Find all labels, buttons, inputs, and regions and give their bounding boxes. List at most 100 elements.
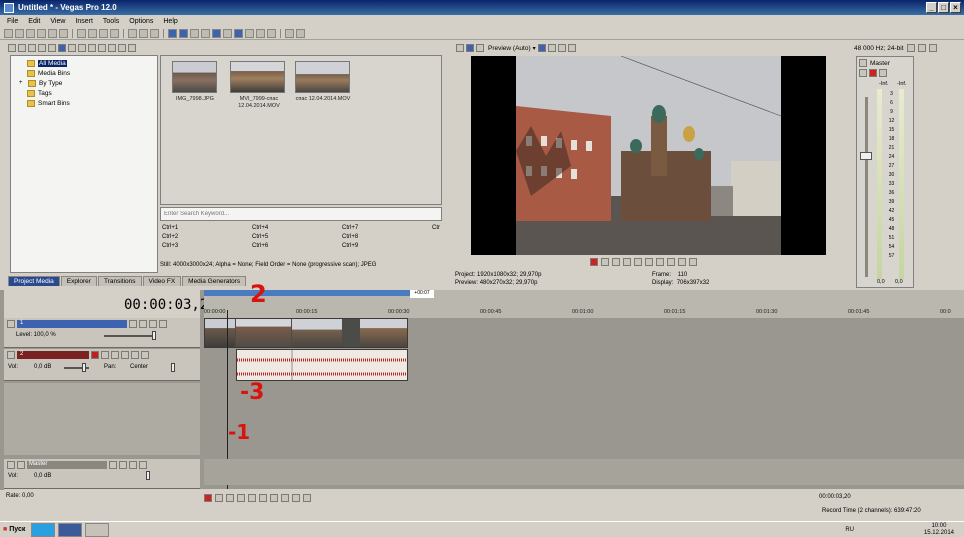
paste-icon[interactable]	[99, 29, 108, 38]
language-indicator[interactable]: RU	[845, 527, 854, 533]
go-to-start-icon[interactable]	[656, 258, 664, 266]
stop-icon[interactable]	[645, 258, 653, 266]
pause-icon[interactable]	[634, 258, 642, 266]
mute-icon[interactable]	[869, 69, 877, 77]
tree-item-all-media[interactable]: All Media	[15, 58, 153, 68]
vol-slider[interactable]	[82, 363, 86, 372]
play-icon[interactable]	[623, 258, 631, 266]
auto-ripple-icon[interactable]	[212, 29, 221, 38]
system-clock[interactable]: 10:00 15.12.2014	[924, 523, 954, 537]
video-clip-events[interactable]	[204, 318, 408, 348]
start-button[interactable]: ■ Пуск	[0, 526, 28, 533]
tab-video-fx[interactable]: Video FX	[142, 276, 182, 286]
tab-explorer[interactable]: Explorer	[60, 276, 97, 286]
dim-output-icon[interactable]	[928, 44, 937, 52]
tree-item-tags[interactable]: Tags	[15, 88, 153, 98]
collapse-track-icon[interactable]	[7, 351, 15, 359]
menu-edit[interactable]: Edit	[28, 18, 40, 25]
tag-slot[interactable]: Ctrl+6	[252, 243, 268, 249]
stop-icon[interactable]	[259, 494, 267, 502]
app-taskbar-button[interactable]	[85, 522, 110, 537]
mixer-options-icon[interactable]	[906, 44, 915, 52]
tag-slot[interactable]: Ctrl+1	[162, 225, 178, 231]
lock-envelopes-icon[interactable]	[256, 29, 265, 38]
save-icon[interactable]	[26, 29, 35, 38]
enable-snapping-icon[interactable]	[234, 29, 243, 38]
selection-tool-icon[interactable]	[190, 29, 199, 38]
next-frame-icon[interactable]	[303, 494, 311, 502]
tree-item-by-type[interactable]: + By Type	[15, 78, 153, 88]
automation-icon[interactable]	[119, 461, 127, 469]
overlays-icon[interactable]	[547, 44, 556, 52]
play-icon[interactable]	[237, 494, 245, 502]
tag-slot[interactable]: Ctrl+3	[162, 243, 178, 249]
previous-frame-icon[interactable]	[292, 494, 300, 502]
tab-transitions[interactable]: Transitions	[97, 276, 142, 286]
help-icon[interactable]	[285, 29, 294, 38]
loop-region-bar[interactable]	[204, 290, 416, 296]
arm-record-icon[interactable]	[91, 351, 99, 359]
solo-icon[interactable]	[159, 320, 167, 328]
record-icon[interactable]	[590, 258, 598, 266]
loop-playback-icon[interactable]	[215, 494, 223, 502]
collapse-track-icon[interactable]	[7, 320, 15, 328]
solo-icon[interactable]	[141, 351, 149, 359]
go-to-end-icon[interactable]	[667, 258, 675, 266]
capture-video-icon[interactable]	[18, 44, 26, 52]
expand-icon[interactable]: +	[19, 80, 25, 86]
media-thumbnail[interactable]	[172, 61, 217, 93]
delete-icon[interactable]	[110, 29, 119, 38]
properties-icon[interactable]	[59, 29, 68, 38]
play-from-start-icon[interactable]	[612, 258, 620, 266]
open-icon[interactable]	[15, 29, 24, 38]
redo-icon[interactable]	[139, 29, 148, 38]
solo-icon[interactable]	[879, 69, 887, 77]
maximize-button[interactable]: □	[938, 2, 949, 13]
normal-edit-tool-icon[interactable]	[168, 29, 177, 38]
preview-quality-dropdown[interactable]: Preview (Auto)	[488, 45, 531, 52]
audio-clip-event[interactable]	[236, 349, 408, 381]
level-slider[interactable]	[152, 331, 156, 340]
menu-options[interactable]: Options	[129, 18, 153, 25]
ignore-grouping-icon[interactable]	[267, 29, 276, 38]
menu-help[interactable]: Help	[163, 18, 177, 25]
extract-audio-icon[interactable]	[38, 44, 46, 52]
copy-icon[interactable]	[88, 29, 97, 38]
play-preview-icon[interactable]	[88, 44, 96, 52]
save-as-icon[interactable]	[37, 29, 46, 38]
video-track-header[interactable]: 1 Level: 100,0 %	[4, 318, 200, 348]
cut-icon[interactable]	[77, 29, 86, 38]
properties-icon[interactable]	[456, 44, 464, 52]
record-icon[interactable]	[204, 494, 212, 502]
auto-crossfade-icon[interactable]	[245, 29, 254, 38]
import-media-icon[interactable]	[8, 44, 16, 52]
chevron-down-icon[interactable]: ▾	[533, 45, 536, 52]
remove-unused-icon[interactable]	[48, 44, 56, 52]
track-fx-icon[interactable]	[111, 351, 119, 359]
next-frame-icon[interactable]	[689, 258, 697, 266]
auto-preview-icon[interactable]	[108, 44, 116, 52]
get-photos-icon[interactable]	[28, 44, 36, 52]
mute-icon[interactable]	[131, 351, 139, 359]
audio-track-header[interactable]: 2 Vol: 0,0 dB Pan: Center	[4, 349, 200, 381]
minimize-button[interactable]: _	[926, 2, 937, 13]
tab-media-generators[interactable]: Media Generators	[182, 276, 247, 286]
menu-tools[interactable]: Tools	[103, 18, 119, 25]
previous-frame-icon[interactable]	[678, 258, 686, 266]
search-input[interactable]	[161, 208, 441, 220]
fx-icon[interactable]	[476, 44, 484, 52]
envelope-tool-icon[interactable]	[179, 29, 188, 38]
new-icon[interactable]	[4, 29, 13, 38]
audio-track-number[interactable]: 2	[17, 351, 89, 359]
go-to-end-icon[interactable]	[281, 494, 289, 502]
external-monitor-icon[interactable]	[466, 44, 474, 52]
tag-slot[interactable]: Ctrl+7	[342, 225, 358, 231]
split-screen-icon[interactable]	[537, 44, 546, 52]
pan-slider[interactable]	[171, 363, 175, 372]
tab-project-media[interactable]: Project Media	[8, 276, 60, 286]
copy-snapshot-icon[interactable]	[557, 44, 566, 52]
views-dropdown-icon[interactable]	[118, 44, 126, 52]
tag-slot[interactable]: Ctrl+4	[252, 225, 268, 231]
zoom-tool-icon[interactable]	[201, 29, 210, 38]
master-fader[interactable]	[860, 152, 872, 160]
